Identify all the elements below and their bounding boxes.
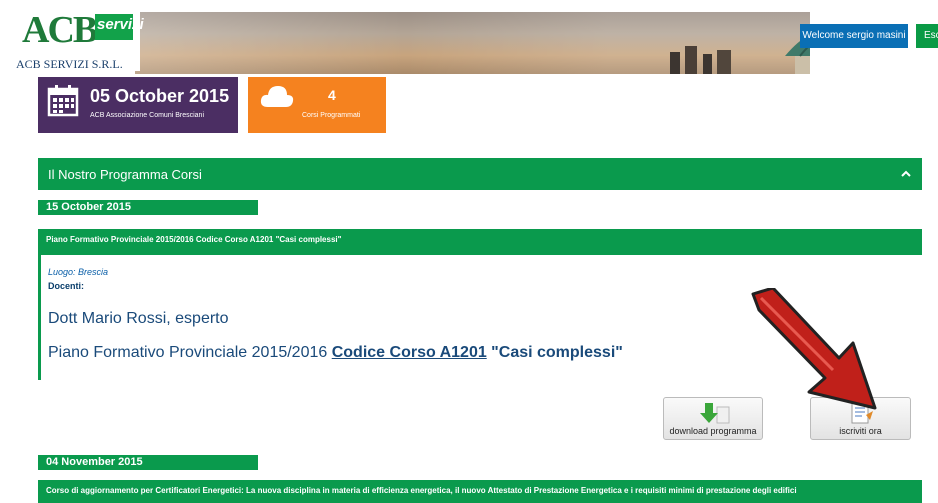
download-icon [700,403,730,424]
association-name: ACB Associazione Comuni Bresciani [90,112,204,119]
course-title-quoted: "Casi complessi" [486,344,623,361]
logout-button[interactable]: Esc [916,24,938,48]
courses-panel-header[interactable]: Il Nostro Programma Corsi [38,158,922,190]
teacher-name: Dott Mario Rossi, esperto [48,310,229,327]
download-programma-label: download programma [669,426,757,436]
logo-letters: ACB [22,9,98,51]
courses-count-tile[interactable]: 4 Corsi Programmati [248,77,386,133]
course-title-bar[interactable]: Corso di aggiornamento per Certificatori… [38,480,922,503]
welcome-user-button[interactable]: Welcome sergio masini [800,24,908,48]
course-title-plain: Piano Formativo Provinciale 2015/2016 [48,344,332,361]
course-code-link[interactable]: Codice Corso A1201 [332,344,487,361]
course-title: Piano Formativo Provinciale 2015/2016 Co… [48,344,623,362]
red-arrow-annotation [751,288,877,410]
buildings-image [670,46,731,74]
courses-count: 4 [328,87,336,103]
company-name: ACB SERVIZI S.R.L. [16,57,123,71]
cloud-icon [260,86,294,107]
teachers-label: Docenti: [48,281,84,291]
calendar-icon [47,85,79,117]
course-date: 04 November 2015 [38,455,258,470]
course-location: Luogo: Brescia [48,267,109,277]
courses-count-label: Corsi Programmati [302,112,361,119]
date-tile: 05 October 2015 ACB Associazione Comuni … [38,77,238,133]
header-banner-image [135,12,810,74]
iscriviti-ora-label: iscriviti ora [839,426,882,436]
course-title-bar[interactable]: Piano Formativo Provinciale 2015/2016 Co… [38,229,922,255]
logo-badge: servizi [95,14,144,40]
panel-title: Il Nostro Programma Corsi [48,167,202,182]
course-date: 15 October 2015 [38,200,258,215]
chevron-up-icon[interactable] [900,168,912,180]
current-date: 05 October 2015 [90,86,230,106]
